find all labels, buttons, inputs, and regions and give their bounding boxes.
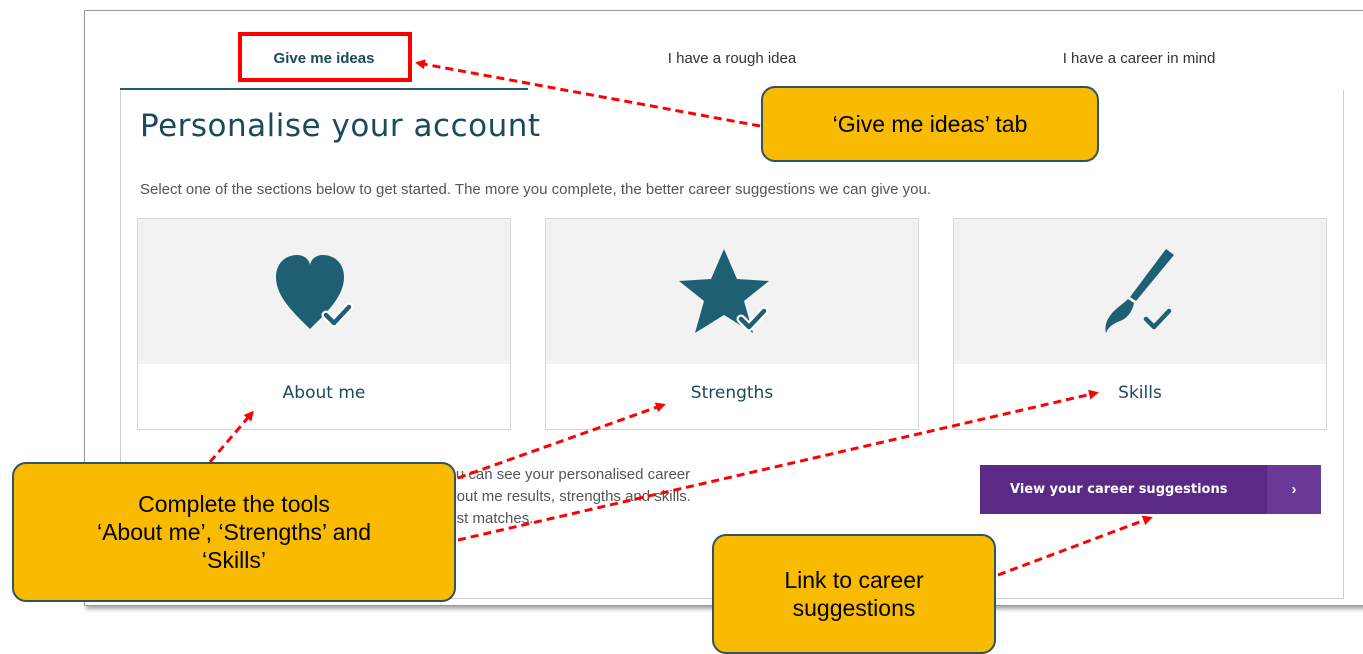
callout-link: Link to career suggestions <box>712 534 996 654</box>
arrow-to-strengths <box>457 402 666 480</box>
callout-tools: Complete the tools ‘About me’, ‘Strength… <box>12 462 456 602</box>
callout-line: Link to career <box>784 567 924 593</box>
arrow-to-tab <box>415 59 761 128</box>
callout-line: ‘About me’, ‘Strengths’ and <box>96 519 372 545</box>
arrow-to-cta <box>997 515 1153 577</box>
callout-line: Complete the tools <box>138 491 330 517</box>
callout-line: suggestions <box>792 595 916 621</box>
arrow-to-about-me <box>208 410 254 463</box>
callout-line: ‘Skills’ <box>202 547 266 573</box>
callout-tab: ‘Give me ideas’ tab <box>761 86 1099 162</box>
arrow-to-skills <box>457 389 1099 542</box>
